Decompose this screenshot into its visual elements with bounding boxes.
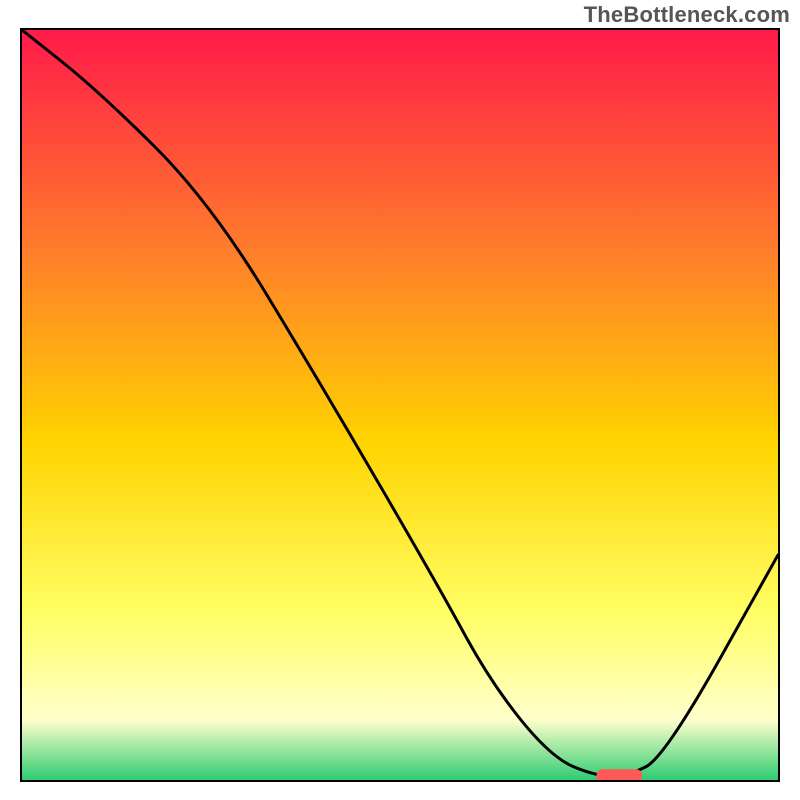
optimal-marker — [597, 769, 642, 780]
plot-area — [20, 28, 780, 782]
gradient-background — [22, 30, 778, 780]
chart-frame: TheBottleneck.com — [0, 0, 800, 800]
watermark-text: TheBottleneck.com — [584, 2, 790, 28]
chart-svg — [22, 30, 778, 780]
